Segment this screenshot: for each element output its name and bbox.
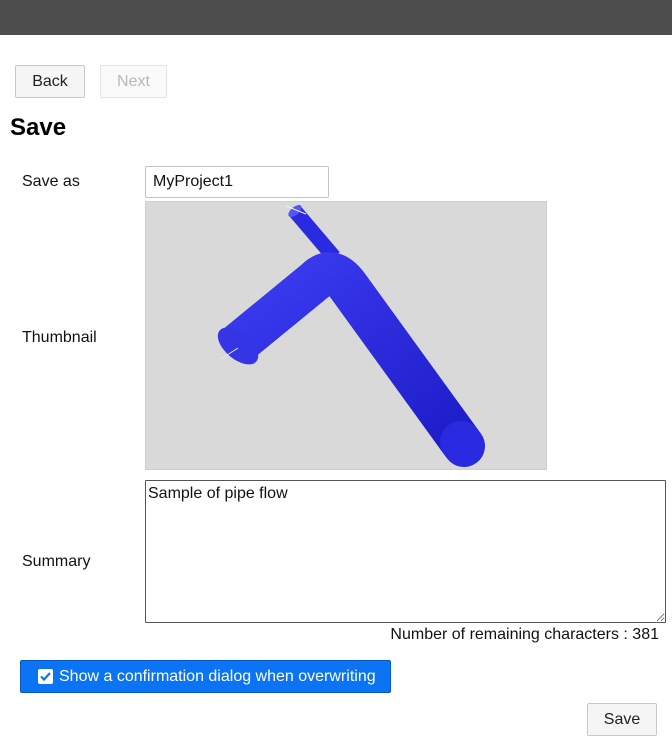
thumbnail-image [145,201,547,470]
remaining-characters: Number of remaining characters : 381 [390,626,659,643]
next-button[interactable]: Next [100,65,167,98]
save-as-input[interactable] [145,166,329,198]
thumbnail-label: Thumbnail [22,329,97,346]
top-bar [0,0,672,35]
summary-label: Summary [22,553,91,570]
overwrite-confirmation-label: Show a confirmation dialog when overwrit… [59,667,376,685]
save-button[interactable]: Save [587,703,657,736]
back-button[interactable]: Back [15,65,85,98]
check-icon[interactable] [38,669,53,684]
summary-textarea[interactable]: Sample of pipe flow [145,480,666,623]
overwrite-confirmation-checkbox[interactable]: Show a confirmation dialog when overwrit… [20,660,391,693]
page-title: Save [10,114,67,141]
pipe-render [217,205,485,467]
save-as-label: Save as [22,173,80,190]
